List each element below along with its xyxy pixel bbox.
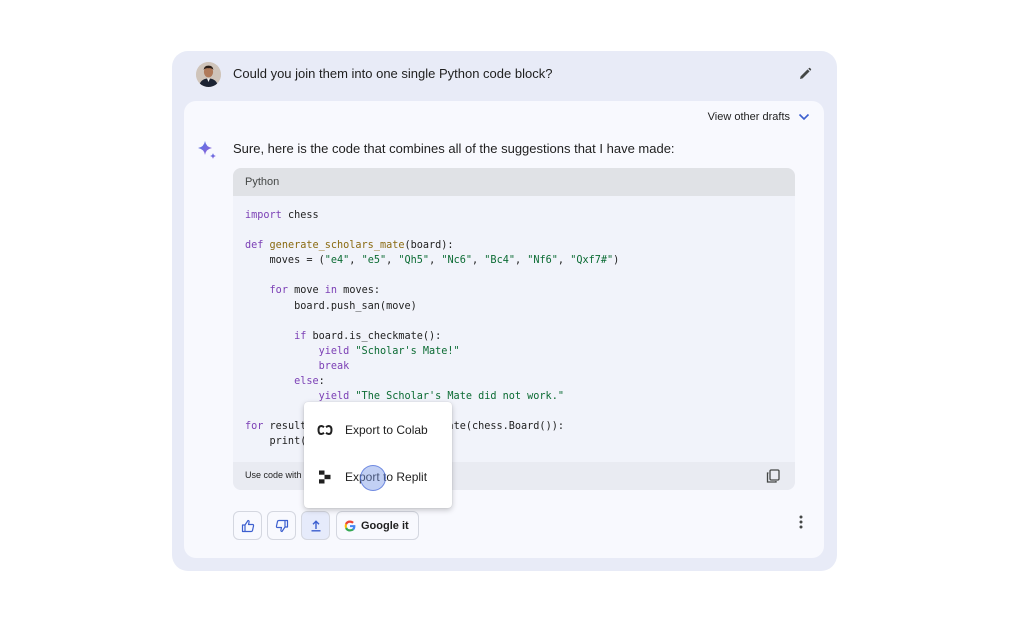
prompt-text: Could you join them into one single Pyth… [233, 66, 553, 81]
export-to-colab-label: Export to Colab [345, 423, 428, 437]
export-menu: Export to Colab Export to Replit [304, 402, 452, 508]
google-it-button[interactable]: Google it [336, 511, 419, 540]
copy-icon[interactable] [766, 469, 780, 483]
code-line: for move in moves: [269, 285, 380, 297]
more-options-icon[interactable] [796, 514, 806, 530]
user-prompt-row: Could you join them into one single Pyth… [172, 51, 837, 99]
view-other-drafts-button[interactable]: View other drafts [708, 111, 810, 123]
response-actions: Google it [233, 511, 419, 540]
answer-text: Sure, here is the code that combines all… [233, 141, 675, 156]
export-to-replit-label: Export to Replit [345, 470, 428, 484]
colab-icon [317, 424, 333, 436]
thumbs-down-button[interactable] [267, 511, 296, 540]
conversation-card: Could you join them into one single Pyth… [172, 51, 837, 571]
sparkle-icon [196, 139, 218, 161]
upload-icon [311, 519, 320, 531]
code-line: if board.is_checkmate(): [294, 330, 442, 342]
code-line: def generate_scholars_mate(board): [245, 240, 454, 252]
code-line: break [318, 360, 350, 372]
share-export-button[interactable] [301, 511, 330, 540]
thumbs-down-icon [275, 519, 288, 532]
export-to-colab-item[interactable]: Export to Colab [304, 410, 452, 450]
code-line: import chess [245, 210, 319, 221]
google-it-label: Google it [361, 519, 409, 532]
click-indicator [360, 465, 386, 491]
thumbs-up-button[interactable] [233, 511, 262, 540]
response-panel: View other drafts Sure, here is the code… [184, 101, 824, 558]
edit-pencil-icon[interactable] [798, 67, 812, 81]
code-line: yield "Scholar's Mate!" [318, 345, 460, 357]
chevron-down-icon [798, 113, 810, 121]
view-drafts-label: View other drafts [707, 111, 790, 123]
code-line: else: [294, 376, 325, 388]
code-line: moves = ("e4", "e5", "Qh5", "Nc6", "Bc4"… [245, 255, 620, 267]
user-avatar [196, 62, 221, 87]
google-g-icon [344, 520, 356, 531]
code-line: board.push_san(move) [245, 300, 417, 312]
thumbs-up-icon [241, 519, 254, 532]
code-language-header: Python [233, 168, 795, 196]
code-language-label: Python [245, 176, 280, 188]
replit-icon [319, 470, 331, 484]
code-line: yield "The Scholar's Mate did not work." [318, 391, 564, 403]
